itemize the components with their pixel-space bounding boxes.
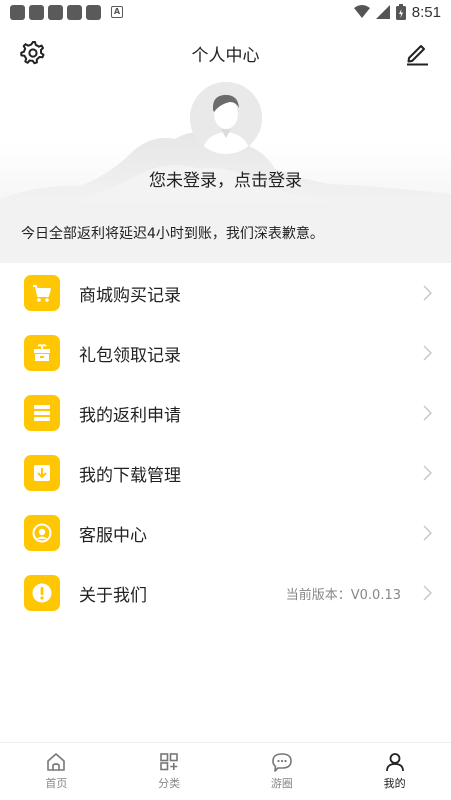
tab-label: 我的 bbox=[383, 777, 406, 790]
category-icon bbox=[160, 753, 178, 771]
menu-item-about-us[interactable]: 关于我们 当前版本：V0.0.13 bbox=[0, 563, 451, 623]
notification-icon bbox=[86, 4, 101, 20]
tab-label: 首页 bbox=[45, 777, 68, 790]
bottom-tab-bar: 首页 分类 游圈 我的 bbox=[0, 742, 451, 800]
edit-button[interactable] bbox=[403, 39, 431, 67]
pencil-icon bbox=[407, 45, 428, 66]
chevron-right-icon bbox=[423, 345, 432, 361]
menu-item-label: 商城购买记录 bbox=[79, 285, 181, 306]
notification-icon bbox=[10, 4, 25, 20]
menu-item-purchase-records[interactable]: 商城购买记录 bbox=[0, 263, 451, 323]
notification-icon bbox=[67, 4, 82, 20]
download-icon bbox=[24, 455, 60, 491]
notification-icon bbox=[48, 4, 63, 20]
status-bar: A 8:51 bbox=[0, 0, 451, 24]
menu-list: 商城购买记录 礼包领取记录 我的返利申请 我的下载管理 客服中心 关于我们 当前… bbox=[0, 263, 451, 623]
wifi-icon bbox=[353, 5, 370, 18]
tab-mine[interactable]: 我的 bbox=[338, 743, 451, 800]
chat-bubble-icon bbox=[272, 753, 292, 772]
avatar[interactable] bbox=[190, 82, 262, 154]
battery-icon bbox=[395, 4, 406, 20]
tab-home[interactable]: 首页 bbox=[0, 743, 113, 800]
gift-icon bbox=[24, 335, 60, 371]
chevron-right-icon bbox=[423, 525, 432, 541]
tab-label: 分类 bbox=[158, 777, 181, 790]
menu-item-label: 客服中心 bbox=[79, 525, 147, 546]
chevron-right-icon bbox=[423, 285, 432, 301]
notice-text: 今日全部返利将延迟4小时到账，我们深表歉意。 bbox=[21, 226, 324, 242]
headset-icon bbox=[24, 515, 60, 551]
menu-item-label: 关于我们 bbox=[79, 585, 147, 606]
menu-item-rebate-applications[interactable]: 我的返利申请 bbox=[0, 383, 451, 443]
notification-icon bbox=[29, 4, 44, 20]
menu-item-download-management[interactable]: 我的下载管理 bbox=[0, 443, 451, 503]
home-icon bbox=[47, 753, 66, 771]
top-bar: 个人中心 bbox=[0, 24, 451, 80]
user-icon bbox=[385, 753, 404, 772]
menu-item-label: 我的下载管理 bbox=[79, 465, 181, 486]
version-text: 当前版本：V0.0.13 bbox=[285, 587, 401, 603]
menu-item-gift-records[interactable]: 礼包领取记录 bbox=[0, 323, 451, 383]
menu-item-customer-service[interactable]: 客服中心 bbox=[0, 503, 451, 563]
tab-community[interactable]: 游圈 bbox=[226, 743, 339, 800]
chevron-right-icon bbox=[423, 465, 432, 481]
menu-item-label: 我的返利申请 bbox=[79, 405, 181, 426]
cart-icon bbox=[24, 275, 60, 311]
chevron-right-icon bbox=[423, 585, 432, 601]
page-title: 个人中心 bbox=[191, 46, 260, 66]
clock: 8:51 bbox=[411, 3, 441, 21]
font-notification-icon: A bbox=[111, 6, 123, 18]
default-user-icon bbox=[190, 82, 262, 154]
menu-item-label: 礼包领取记录 bbox=[79, 345, 181, 366]
tab-label: 游圈 bbox=[270, 777, 293, 790]
notification-icons: A bbox=[10, 4, 123, 20]
info-icon bbox=[24, 575, 60, 611]
signal-icon bbox=[375, 5, 390, 19]
login-prompt[interactable]: 您未登录，点击登录 bbox=[0, 166, 451, 191]
tab-category[interactable]: 分类 bbox=[113, 743, 226, 800]
profile-header: 个人中心 您未登录，点击登录 bbox=[0, 24, 451, 224]
rebate-icon bbox=[24, 395, 60, 431]
chevron-right-icon bbox=[423, 405, 432, 421]
notice-banner: 今日全部返利将延迟4小时到账，我们深表歉意。 bbox=[0, 203, 451, 263]
